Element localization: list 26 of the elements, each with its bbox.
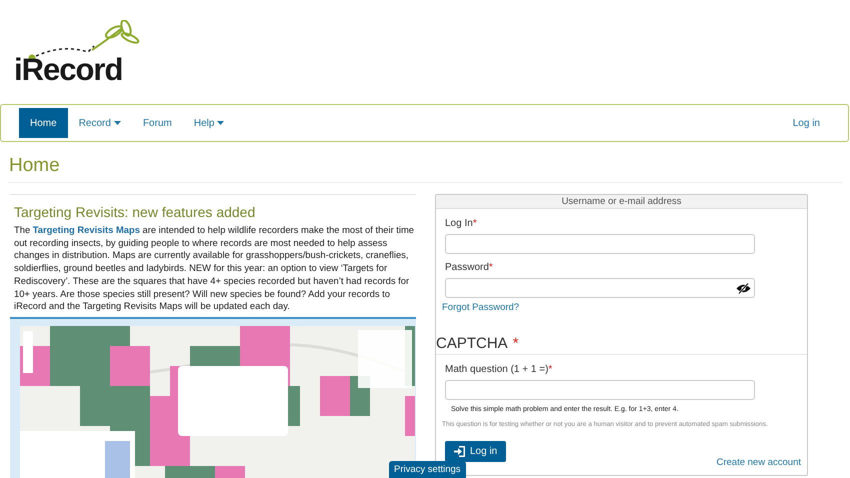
caret-icon <box>114 121 121 125</box>
field-label: Math question (1 + 1 =)* <box>445 364 554 375</box>
create-account-link[interactable]: Create new account <box>716 457 801 468</box>
login-link[interactable]: Log in <box>792 118 820 128</box>
page-title: Home <box>9 154 61 178</box>
eye-slash-icon[interactable] <box>736 282 751 294</box>
login-button[interactable]: Log in <box>445 441 506 462</box>
input-field[interactable] <box>445 234 755 254</box>
article-title: Targeting Revisits: new features added <box>14 203 256 221</box>
maps-link[interactable]: Targeting Revisits Maps <box>32 224 140 235</box>
field-label: Log In* <box>445 218 478 229</box>
nav-link[interactable]: Home <box>19 108 68 138</box>
forgot-password-link[interactable]: Forgot Password? <box>442 302 807 313</box>
logo-text[interactable]: iRecord <box>14 54 122 86</box>
privacy-settings-button[interactable]: Privacy settings <box>389 461 466 478</box>
caret-icon <box>217 121 224 125</box>
section-header: Username or e-mail address <box>436 195 807 209</box>
sign-in-icon <box>454 446 466 457</box>
input-field[interactable] <box>445 380 755 400</box>
captcha-heading: CAPTCHA * <box>436 335 807 355</box>
article-text: The Targeting Revisits Maps are intended to help wildlife recorders make the most of their time out recording insects, by guiding people to where records are most needed to help assess changes in distribution. Maps are currently available for grasshoppers/bush-crickets, craneflies, soldierflies, ground beetles and ladybirds. NEW for this year: an option to view ‘Targets for Rediscovery’. These are the squares that have 4+ species recorded but haven’t had records for 10+ years. Are those species still present? Will new species be found? Add your records to iRecord and the Targeting Revisits Maps will be updated each day. <box>14 224 416 313</box>
nav-link[interactable]: Help <box>182 108 236 138</box>
field-label: Password* <box>445 262 494 273</box>
nav-link[interactable]: Forum <box>132 108 183 138</box>
input-field[interactable] <box>445 278 755 298</box>
nav-link[interactable]: Record <box>68 108 132 138</box>
